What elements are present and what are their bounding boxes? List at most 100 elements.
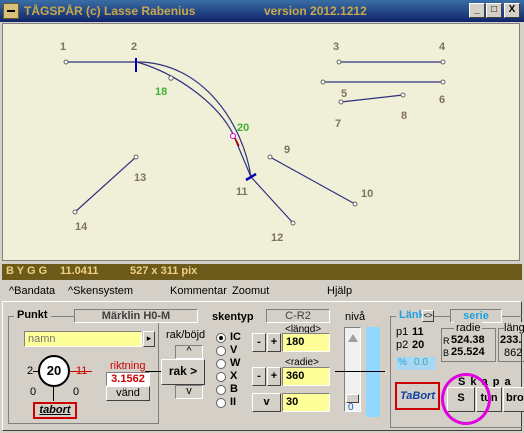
angle-input[interactable]: 30 [282, 393, 330, 412]
connection-bottom-right: 0 [73, 386, 80, 398]
p2-label: p2 [396, 339, 409, 351]
delete-point-button[interactable]: tabort [33, 402, 77, 419]
radius-plus-button[interactable]: + [267, 367, 281, 386]
label-node-5: 5 [341, 88, 348, 100]
node-20 [230, 133, 236, 139]
label-node-9: 9 [284, 144, 291, 156]
r-label: R [443, 336, 450, 346]
app-icon[interactable] [3, 3, 19, 19]
menu-bandata[interactable]: ^Bandata [9, 285, 55, 297]
node-7 [338, 99, 344, 105]
minimize-button[interactable]: _ [469, 3, 485, 18]
b-value: 25.524 [451, 346, 485, 358]
straight-curve-title: rak/böjd [166, 329, 206, 341]
track-type-option-label: II [230, 396, 237, 408]
delete-link-button[interactable]: TaBort [395, 382, 440, 410]
track-type-radio-x[interactable] [216, 372, 226, 382]
name-scroll-button[interactable]: ▸ [143, 331, 155, 347]
label-node-20: 20 [237, 122, 250, 134]
mode-label: B Y G G [6, 265, 48, 277]
link-length-value-2: 862 [504, 347, 523, 359]
track-type-option-label: IC [230, 331, 241, 343]
length-plus-button[interactable]: + [267, 333, 281, 352]
track-type-radio-b[interactable] [216, 385, 226, 395]
level-bar [366, 327, 380, 417]
length-input[interactable]: 180 [282, 333, 330, 352]
p2-value: 20 [412, 339, 425, 351]
app-name: TÅGSPÅR [24, 4, 83, 18]
level-value: 0 [348, 402, 354, 413]
radius-input[interactable]: 360 [282, 367, 330, 386]
level-up-arrow-icon[interactable] [348, 334, 358, 342]
label-node-1: 1 [60, 41, 67, 53]
connection-bottom-left: 0 [30, 386, 37, 398]
direction-value: 3.1562 [106, 372, 150, 386]
track-type-code: C-R2 [266, 309, 330, 323]
label-node-8: 8 [401, 110, 408, 122]
version-text: version 2012.1212 [264, 4, 367, 18]
close-button[interactable]: X [504, 3, 520, 18]
node-14 [72, 209, 78, 215]
track-type-radio-v[interactable] [216, 346, 226, 356]
label-node-18: 18 [155, 86, 168, 98]
menu-bar: ^Bandata ^Skensystem Kommentar Zoomut Hj… [2, 282, 522, 300]
track-canvas[interactable]: 1 2 3 4 5 6 7 8 9 10 11 12 13 14 18 20 [2, 23, 520, 261]
track-type-radio-ii[interactable] [216, 398, 226, 408]
connection-right-number: 11 [76, 365, 88, 377]
track-type-radio-w[interactable] [216, 359, 226, 369]
node-3 [336, 59, 342, 65]
curve-down-button[interactable]: v [175, 385, 203, 399]
track-11-12 [250, 176, 294, 224]
level-title: nivå [345, 311, 366, 323]
node-4 [440, 59, 446, 65]
node-9 [267, 154, 273, 160]
track-system-label: Märklin H0-M [74, 309, 198, 323]
angle-button[interactable]: v [252, 393, 281, 412]
node-12 [290, 220, 296, 226]
name-input[interactable] [24, 331, 142, 347]
build-label: 11.0411 [60, 265, 99, 277]
track-type-radio-ic[interactable] [216, 333, 226, 343]
menu-zoomut[interactable]: Zoomut [232, 285, 269, 297]
label-node-14: 14 [75, 221, 88, 233]
menu-kommentar[interactable]: Kommentar [170, 285, 227, 297]
percent-field[interactable]: % 0.0 [396, 357, 436, 370]
radius-minus-button[interactable]: - [252, 367, 266, 386]
reverse-button[interactable]: vänd [106, 386, 150, 401]
straight-button[interactable]: rak > [161, 359, 205, 385]
node-1 [63, 59, 69, 65]
node-number-circle: 20 [38, 355, 70, 387]
node-18 [168, 75, 174, 81]
node-6 [440, 79, 446, 85]
connection-left-number: 2 [27, 365, 34, 377]
b-label: B [443, 348, 450, 358]
p1-label: p1 [396, 326, 409, 338]
track-type-option-label: V [230, 344, 238, 356]
curve-up-button[interactable]: ^ [175, 345, 203, 359]
track-curve-outer [136, 61, 252, 178]
percent-icon: % [398, 357, 407, 368]
length-group-label: läng [504, 322, 524, 334]
maximize-button[interactable]: □ [486, 3, 502, 18]
copyright-text: (c) Lasse Rabenius [86, 4, 196, 18]
series-label[interactable]: serie [450, 309, 502, 323]
track-type-title: skentyp [212, 311, 254, 323]
menu-hjalp[interactable]: Hjälp [327, 285, 352, 297]
link-length-value-1: 233. [500, 334, 522, 346]
link-toggle-button[interactable]: <> [422, 310, 434, 322]
label-node-13: 13 [134, 172, 147, 184]
label-node-7: 7 [335, 118, 342, 130]
label-node-12: 12 [271, 232, 284, 244]
node-8 [400, 92, 406, 98]
track-type-option-label: B [230, 383, 238, 395]
highlight-circle [441, 373, 491, 425]
canvas-size-label: 527 x 311 pix [130, 265, 198, 277]
create-bridge-button[interactable]: bro [503, 387, 524, 412]
label-node-11: 11 [236, 186, 248, 198]
menu-skensystem[interactable]: ^Skensystem [68, 285, 133, 297]
punkt-title: Punkt [14, 309, 51, 321]
status-bar: B Y G G 11.0411 527 x 311 pix [2, 264, 522, 280]
node-13 [133, 154, 139, 160]
length-minus-button[interactable]: - [252, 333, 266, 352]
direction-label: riktning [110, 360, 146, 372]
